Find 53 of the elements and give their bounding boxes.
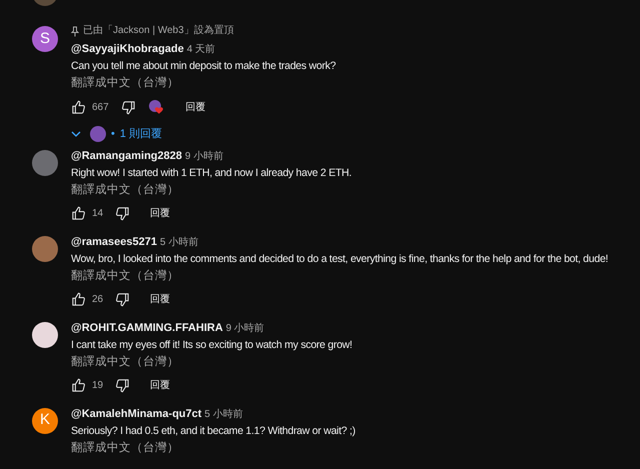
like-button[interactable] xyxy=(71,100,86,114)
translate-link[interactable]: 翻譯成中文（台灣） xyxy=(71,356,179,368)
dislike-button[interactable] xyxy=(120,100,136,114)
comment-text: I cant take my eyes off it! Its so exciting to watch my score grow! xyxy=(71,338,352,352)
like-count: 19 xyxy=(92,379,104,393)
comment-text: Wow, bro, I looked into the comments and decided to do a test, everything is fine, thanks for the help and for the bot, dude! xyxy=(71,252,608,266)
comment-text: Right wow! I started with 1 ETH, and now I already have 2 ETH. xyxy=(71,166,352,180)
username-link[interactable]: @KamalehMinama-qu7ct xyxy=(71,408,202,420)
thumbs-up-icon xyxy=(71,100,86,114)
thumbs-up-icon xyxy=(71,292,86,307)
comment-text: Seriously? I had 0.5 eth, and it became 1.1? Withdraw or wait? ;) xyxy=(71,424,356,438)
translate-link[interactable]: 翻譯成中文（台灣） xyxy=(71,270,179,282)
letter-avatar: S xyxy=(32,26,58,52)
avatar-placeholder xyxy=(90,126,106,142)
letter-avatar: K xyxy=(32,408,58,434)
username-link[interactable]: @SayyajiKhobragade xyxy=(71,43,184,55)
comment-time: 4 天前 xyxy=(186,44,216,55)
reply-button[interactable]: 回覆 xyxy=(186,100,206,114)
pinned-label: 已由「Jackson | Web3」設為置頂 xyxy=(83,24,234,38)
comment-text: Can you tell me about min deposit to make the trades work? xyxy=(71,59,336,74)
reply-button[interactable]: 回覆 xyxy=(150,206,170,221)
translate-link[interactable]: 翻譯成中文（台灣） xyxy=(71,442,179,454)
translate-link[interactable]: 翻譯成中文（台灣） xyxy=(71,184,179,196)
bullet-separator: • xyxy=(111,127,115,142)
thumbs-up-icon xyxy=(71,378,86,393)
chevron-down-icon xyxy=(71,131,81,138)
like-button[interactable] xyxy=(71,292,86,307)
username-link[interactable]: @Ramangaming2828 xyxy=(71,150,182,162)
like-count: 26 xyxy=(92,293,104,307)
comment-time: 5 小時前 xyxy=(160,236,198,248)
thumbs-down-icon xyxy=(115,378,130,393)
dislike-button[interactable] xyxy=(115,378,130,393)
translate-link[interactable]: 翻譯成中文（台灣） xyxy=(71,77,179,89)
like-button[interactable] xyxy=(71,206,86,221)
thumbs-up-icon xyxy=(71,206,86,221)
reply-button[interactable]: 回覆 xyxy=(150,378,170,393)
username-link[interactable]: @ramasees5271 xyxy=(71,236,157,248)
thumbs-down-icon xyxy=(115,206,130,221)
reply-button[interactable]: 回覆 xyxy=(150,292,170,307)
like-button[interactable] xyxy=(71,378,86,393)
like-count: 14 xyxy=(92,207,104,221)
comment-time: 5 小時前 xyxy=(204,408,243,420)
replies-count: 1 則回覆 xyxy=(120,127,162,142)
dislike-button[interactable] xyxy=(115,292,130,307)
pin-icon xyxy=(71,26,79,36)
replies-toggle[interactable]: • 1 則回覆 xyxy=(71,126,162,142)
username-link[interactable]: @ROHIT.GAMMING.FFAHIRA xyxy=(71,322,223,334)
like-count: 667 xyxy=(92,100,109,114)
thumbs-down-icon xyxy=(120,100,136,114)
thumbs-down-icon xyxy=(115,292,130,307)
dislike-button[interactable] xyxy=(115,206,130,221)
comment-time: 9 小時前 xyxy=(226,322,264,334)
comment-time: 9 小時前 xyxy=(185,150,224,162)
